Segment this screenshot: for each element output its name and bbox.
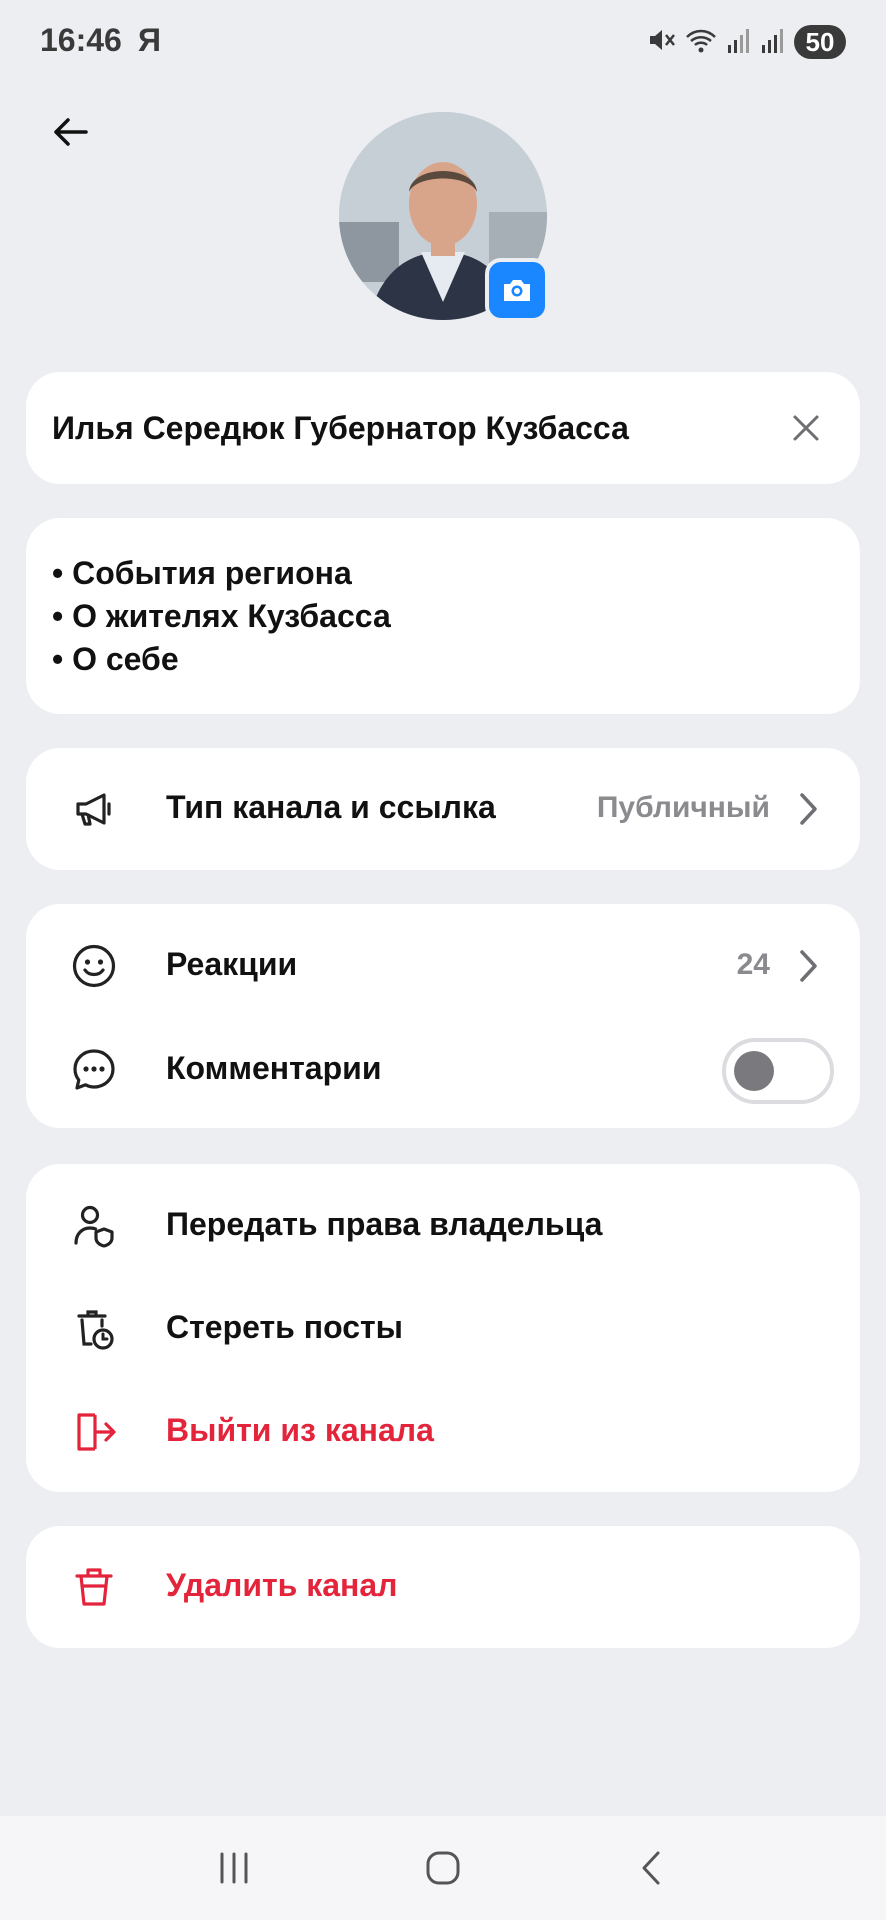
trash-icon (68, 1561, 120, 1613)
leave-channel-label: Выйти из канала (166, 1412, 434, 1448)
status-carrier: Я (138, 22, 161, 58)
clear-name-button[interactable] (780, 402, 832, 454)
signal-icon (760, 25, 786, 60)
signal-icon (726, 25, 752, 60)
home-button[interactable] (413, 1838, 473, 1898)
back-button[interactable] (38, 100, 102, 164)
smile-icon (68, 940, 120, 992)
trash-clock-icon (68, 1303, 120, 1355)
clear-posts-row[interactable]: Стереть посты (26, 1277, 860, 1381)
close-icon (793, 415, 819, 441)
system-nav-bar (0, 1816, 886, 1920)
description-line: • О жителях Кузбасса (52, 598, 391, 634)
wifi-icon (684, 25, 718, 60)
reactions-row[interactable]: Реакции 24 (26, 914, 860, 1018)
battery-indicator: 50 (794, 25, 846, 59)
delete-channel-card: Удалить канал (26, 1526, 860, 1648)
clear-posts-label: Стереть посты (166, 1309, 403, 1345)
chevron-right-icon (786, 787, 830, 831)
description-line: • События региона (52, 555, 352, 591)
status-icons: 50 (646, 20, 846, 64)
leave-channel-row[interactable]: Выйти из канала (26, 1380, 860, 1484)
home-icon (426, 1851, 460, 1885)
status-bar: 16:46 Я 50 (0, 0, 886, 82)
mute-icon (646, 25, 676, 60)
channel-type-card: Тип канала и ссылка Публичный (26, 748, 860, 870)
comments-label: Комментарии (166, 1050, 382, 1086)
channel-description-field[interactable]: • События региона • О жителях Кузбасса •… (26, 518, 860, 714)
description-text[interactable]: • События региона • О жителях Кузбасса •… (52, 552, 391, 681)
toggle-knob (734, 1051, 774, 1091)
transfer-ownership-label: Передать права владельца (166, 1206, 603, 1242)
chat-bubble-icon (68, 1044, 120, 1096)
exit-icon (68, 1406, 120, 1458)
arrow-left-icon (54, 118, 88, 146)
channel-avatar-wrap[interactable] (339, 112, 549, 322)
camera-icon (504, 280, 530, 301)
delete-channel-label: Удалить канал (166, 1567, 398, 1603)
back-nav-button[interactable] (622, 1838, 682, 1898)
channel-type-row[interactable]: Тип канала и ссылка Публичный (26, 757, 860, 861)
recent-apps-icon (220, 1852, 248, 1884)
user-shield-icon (68, 1200, 120, 1252)
description-line: • О себе (52, 641, 179, 677)
status-time: 16:46 (40, 22, 122, 58)
comments-toggle[interactable] (722, 1038, 834, 1104)
recent-apps-button[interactable] (204, 1838, 264, 1898)
channel-type-value: Публичный (596, 791, 770, 824)
delete-channel-row[interactable]: Удалить канал (26, 1535, 860, 1639)
change-photo-button[interactable] (485, 258, 549, 322)
megaphone-icon (68, 783, 120, 835)
chevron-right-icon (786, 944, 830, 988)
transfer-ownership-row[interactable]: Передать права владельца (26, 1174, 860, 1278)
channel-actions-card: Передать права владельца Стереть посты В… (26, 1164, 860, 1492)
back-nav-icon (642, 1851, 660, 1885)
reactions-label: Реакции (166, 946, 298, 982)
comments-row[interactable]: Комментарии (26, 1018, 860, 1122)
channel-type-label: Тип канала и ссылка (166, 789, 496, 825)
channel-name-value[interactable]: Илья Середюк Губернатор Кузбасса (52, 410, 629, 447)
reactions-count: 24 (736, 948, 770, 981)
interaction-settings-card: Реакции 24 Комментарии (26, 904, 860, 1128)
channel-name-field[interactable]: Илья Середюк Губернатор Кузбасса (26, 372, 860, 484)
